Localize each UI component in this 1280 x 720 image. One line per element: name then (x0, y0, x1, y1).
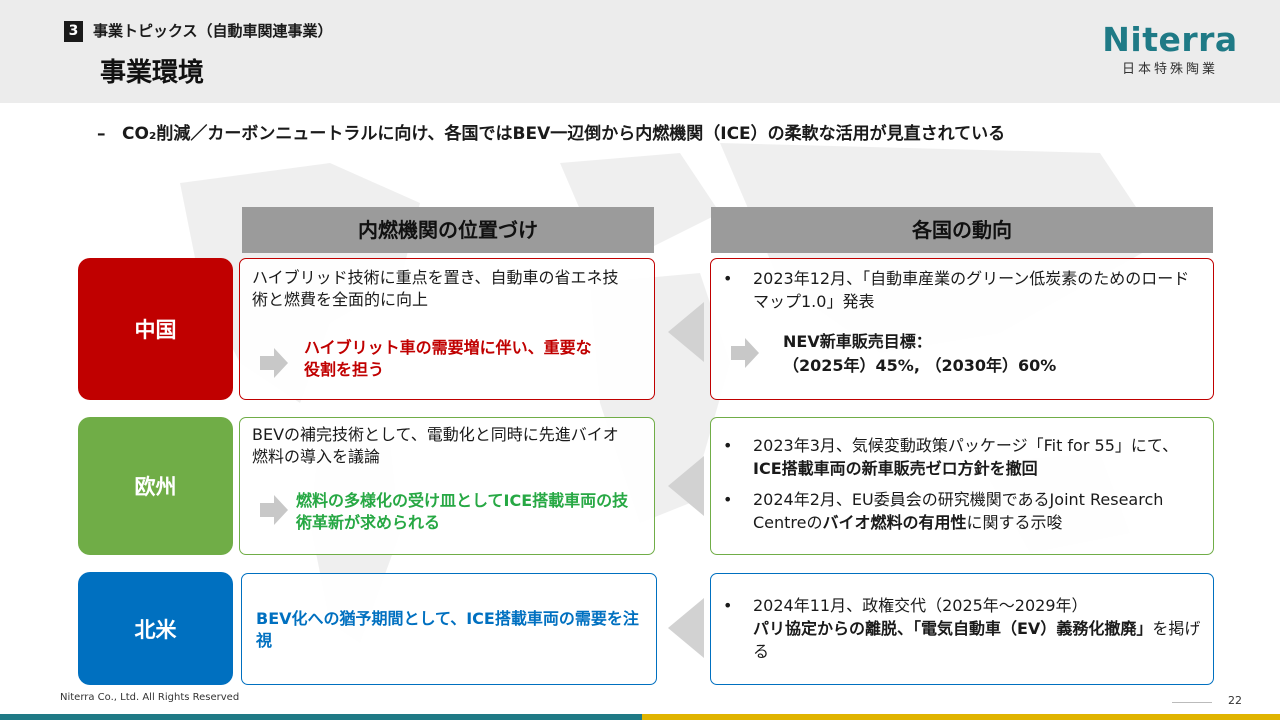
na-trend-box: • 2024年11月、政権交代（2025年～2029年） パリ協定からの離脱、「電… (710, 573, 1214, 685)
column-header-ice-position: 内燃機関の位置づけ (242, 207, 654, 253)
region-label-north-america: 北米 (78, 572, 233, 685)
flow-left-arrow-icon (668, 302, 704, 362)
chevron-right-icon (731, 338, 759, 368)
page-title: 事業環境 (100, 58, 205, 88)
region-label-china: 中国 (78, 258, 233, 400)
copyright-text: Niterra Co., Ltd. All Rights Reserved (60, 692, 240, 703)
china-nev-target-values: （2025年）45%, （2030年）60% (783, 356, 1057, 375)
europe-position-text: BEVの補完技術として、電動化と同時に先進バイオ燃料の導入を議論 (252, 425, 619, 466)
china-position-box: ハイブリッド技術に重点を置き、自動車の省エネ技術と燃費を全面的に向上 ハイブリッ… (239, 258, 655, 400)
region-label-europe: 欧州 (78, 417, 233, 555)
region-name: 北米 (134, 617, 177, 642)
bullet: • (723, 269, 733, 288)
footer-divider (1172, 702, 1212, 703)
bullet: • (723, 490, 733, 509)
logo-subtitle: 日本特殊陶業 (1121, 62, 1218, 77)
flow-left-arrow-icon (668, 598, 704, 658)
europe-trend2-suffix: に関する示唆 (966, 513, 1063, 532)
china-nev-target-label: NEV新車販売目標： (783, 332, 932, 351)
na-trend-item: • 2024年11月、政権交代（2025年～2029年） パリ協定からの離脱、「電… (723, 594, 1203, 663)
section-number-badge: 3 (64, 21, 83, 42)
lead-statement: – CO₂削減／カーボンニュートラルに向け、各国ではBEV一辺倒から内燃機関（I… (97, 120, 1102, 148)
region-name: 欧州 (134, 475, 177, 499)
chevron-right-icon (260, 348, 288, 378)
europe-trend-item-1: • 2023年3月、気候変動政策パッケージ「Fit for 55」にて、 ICE搭… (723, 434, 1203, 480)
logo-wordmark: Niterra (1102, 20, 1238, 59)
europe-position-emphasis: 燃料の多様化の受け皿としてICE搭載車両の技術革新が求められる (296, 491, 629, 532)
company-logo: Niterra 日本特殊陶業 (1090, 20, 1250, 84)
china-trend-item: • 2023年12月、「自動車産業のグリーン低炭素のためのロードマップ1.0」発… (723, 267, 1203, 313)
china-trend-box: • 2023年12月、「自動車産業のグリーン低炭素のためのロードマップ1.0」発… (710, 258, 1214, 400)
europe-trend-item-2: • 2024年2月、EU委員会の研究機関であるJoint Research Ce… (723, 488, 1203, 534)
footer-bar-teal (0, 714, 642, 720)
na-position-box: BEV化への猶予期間として、ICE搭載車両の需要を注視 (241, 573, 657, 685)
europe-trend1-bold: ICE搭載車両の新車販売ゼロ方針を撤回 (753, 459, 1038, 478)
column-header-country-trends: 各国の動向 (711, 207, 1213, 253)
region-name: 中国 (134, 318, 177, 342)
china-position-text: ハイブリッド技術に重点を置き、自動車の省エネ技術と燃費を全面的に向上 (252, 268, 619, 309)
europe-trend2-bold: バイオ燃料の有用性 (822, 513, 967, 532)
bullet: • (723, 436, 733, 455)
chevron-right-icon (260, 495, 288, 525)
lead-text: CO₂削減／カーボンニュートラルに向け、各国ではBEV一辺倒から内燃機関（ICE… (122, 124, 1006, 144)
na-trend-bold: パリ協定からの離脱、「電気自動車（EV）義務化撤廃」 (753, 619, 1153, 638)
europe-trend1-text: 2023年3月、気候変動政策パッケージ「Fit for 55」にて、 (753, 436, 1179, 455)
europe-position-box: BEVの補完技術として、電動化と同時に先進バイオ燃料の導入を議論 燃料の多様化の… (239, 417, 655, 555)
lead-dash: – (97, 124, 106, 144)
na-position-emphasis: BEV化への猶予期間として、ICE搭載車両の需要を注視 (256, 609, 639, 650)
section-label: 事業トピックス（自動車関連事業） (93, 22, 333, 40)
china-position-emphasis: ハイブリット車の需要増に伴い、重要な役割を担う (304, 338, 592, 379)
footer-bar-gold (642, 714, 1280, 720)
china-trend-text: 2023年12月、「自動車産業のグリーン低炭素のためのロードマップ1.0」発表 (753, 269, 1190, 311)
na-trend-text: 2024年11月、政権交代（2025年～2029年） (753, 596, 1088, 615)
page-number: 22 (1228, 694, 1242, 707)
flow-left-arrow-icon (668, 456, 704, 516)
bullet: • (723, 596, 733, 615)
europe-trend-box: • 2023年3月、気候変動政策パッケージ「Fit for 55」にて、 ICE搭… (710, 417, 1214, 555)
